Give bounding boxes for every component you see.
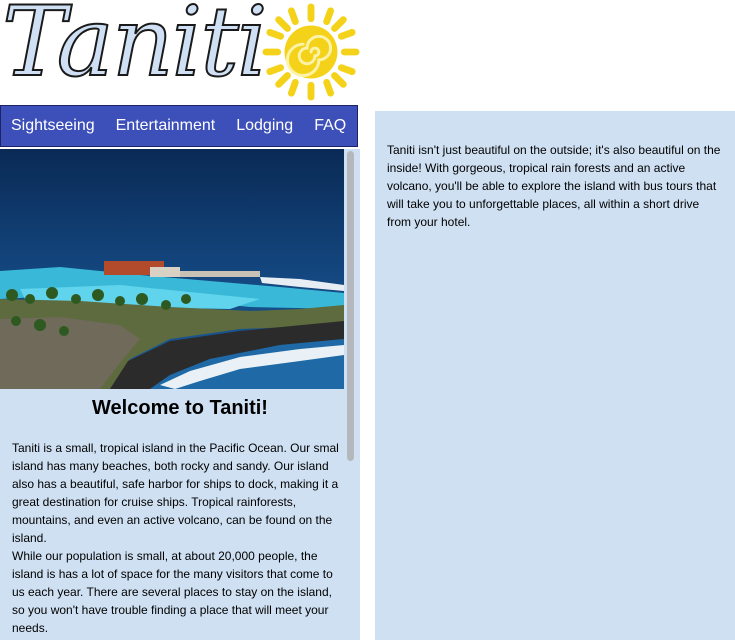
- page-title: Welcome to Taniti!: [92, 397, 268, 419]
- side-panel-text: Taniti isn't just beautiful on the outsi…: [387, 143, 721, 229]
- sun-icon: [262, 3, 360, 101]
- hero-image: [0, 149, 344, 389]
- site-logo[interactable]: Taniti: [0, 0, 365, 106]
- nav-sightseeing[interactable]: Sightseeing: [11, 117, 95, 135]
- nav-faq[interactable]: FAQ: [314, 117, 346, 135]
- main-nav: Sightseeing Entertainment Lodging FAQ: [0, 105, 358, 147]
- page: Taniti Sightseeing Entertainment Lodging…: [0, 0, 735, 640]
- main-content: Welcome to Taniti! Taniti is a small, tr…: [0, 149, 360, 640]
- side-panel: Taniti isn't just beautiful on the outsi…: [375, 111, 735, 640]
- intro-paragraph-2: While our population is small, at about …: [12, 549, 333, 635]
- intro-paragraph-1: Taniti is a small, tropical island in th…: [12, 441, 339, 545]
- nav-entertainment[interactable]: Entertainment: [116, 117, 216, 135]
- intro-text: Taniti is a small, tropical island in th…: [12, 439, 342, 637]
- logo-wordmark: Taniti: [1, 0, 269, 98]
- nav-lodging[interactable]: Lodging: [236, 117, 293, 135]
